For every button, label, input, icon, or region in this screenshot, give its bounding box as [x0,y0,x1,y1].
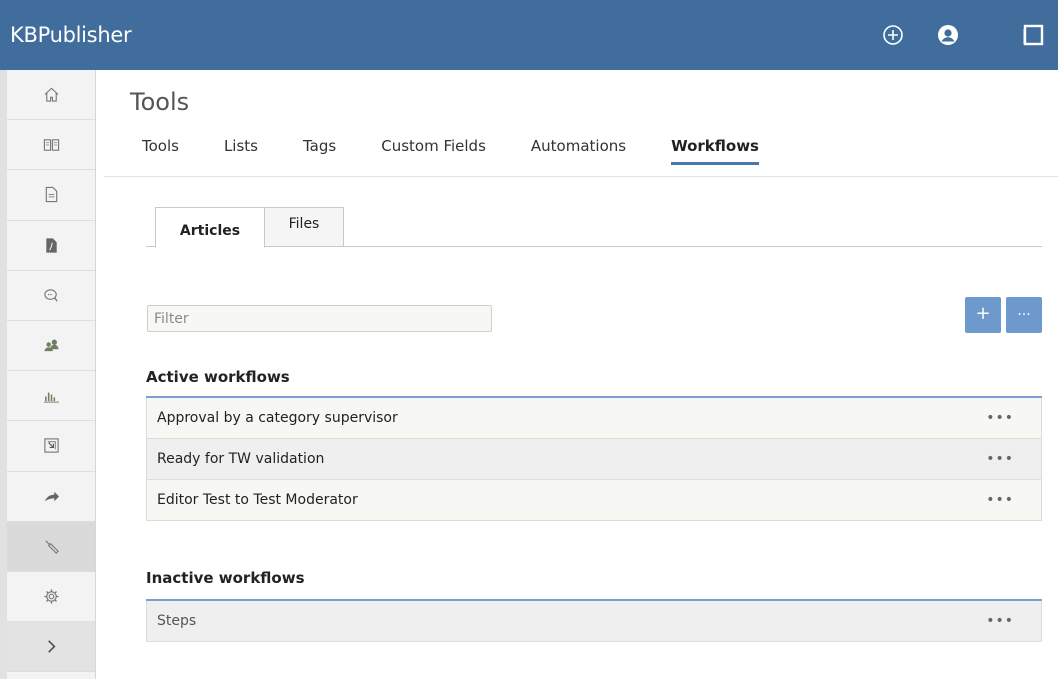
table-row[interactable]: Ready for TW validation ••• [146,439,1042,480]
document-icon [43,186,60,203]
filter-input[interactable] [147,305,492,332]
sidebar-item-import[interactable] [7,421,95,472]
inactive-workflows-table: Steps ••• [146,599,1042,642]
row-menu-button[interactable]: ••• [986,410,1014,426]
top-tab-nav: Tools Lists Tags Custom Fields Automatio… [142,137,804,165]
sidebar-item-users[interactable] [7,321,95,372]
tab-custom-fields[interactable]: Custom Fields [381,137,486,165]
tab-tools[interactable]: Tools [142,137,179,165]
page-title: Tools [130,88,190,116]
sidebar-item-articles[interactable] [7,120,95,171]
sidebar-item-tools[interactable] [7,521,95,572]
table-row[interactable]: Editor Test to Test Moderator ••• [146,480,1042,521]
gear-icon [43,588,60,605]
wrench-icon [43,538,60,555]
import-icon [43,437,60,454]
active-workflows-heading: Active workflows [146,368,290,386]
subtab-articles[interactable]: Articles [155,207,265,248]
book-icon [43,136,60,153]
tab-automations[interactable]: Automations [531,137,626,165]
tab-lists[interactable]: Lists [224,137,258,165]
sidebar-item-reports[interactable] [7,371,95,422]
add-workflow-button[interactable]: + [965,297,1001,333]
divider [104,176,1058,177]
pdf-file-icon [43,237,60,254]
user-account-icon[interactable] [937,24,959,46]
main-content: Tools Tools Lists Tags Custom Fields Aut… [96,70,1058,679]
window-icon[interactable] [1022,24,1044,46]
sub-tab-bar: Articles Files [146,207,1042,248]
table-row[interactable]: Steps ••• [146,601,1042,642]
top-header: KBPublisher [0,0,1058,70]
workflow-name: Steps [157,613,197,629]
subtab-files[interactable]: Files [264,207,344,247]
share-arrow-icon [43,488,60,505]
inactive-workflows-heading: Inactive workflows [146,569,305,587]
more-actions-button[interactable]: ... [1006,297,1042,333]
app-title[interactable]: KBPublisher [10,0,132,70]
users-icon [43,337,60,354]
tab-tags[interactable]: Tags [303,137,336,165]
app-window: KBPublisher Tools Tools Lists Tags Custo… [0,0,1058,679]
workflow-name: Editor Test to Test Moderator [157,492,358,508]
bar-chart-icon [43,387,60,404]
workflow-name: Ready for TW validation [157,451,325,467]
sidebar-expand[interactable] [7,622,95,673]
row-menu-button[interactable]: ••• [986,613,1014,629]
row-menu-button[interactable]: ••• [986,451,1014,467]
row-menu-button[interactable]: ••• [986,492,1014,508]
comments-icon [43,287,60,304]
tab-workflows[interactable]: Workflows [671,137,759,165]
workflow-name: Approval by a category supervisor [157,410,398,426]
add-circle-icon[interactable] [882,24,904,46]
sidebar-item-pdf[interactable] [7,221,95,271]
chevron-right-icon [43,638,60,655]
sidebar-item-settings[interactable] [7,572,95,623]
table-row[interactable]: Approval by a category supervisor ••• [146,398,1042,439]
sidebar-item-export[interactable] [7,472,95,522]
sidebar [0,70,96,679]
active-workflows-table: Approval by a category supervisor ••• Re… [146,396,1042,521]
sidebar-item-files[interactable] [7,170,95,221]
home-icon [43,86,60,103]
sidebar-item-home[interactable] [7,70,95,121]
sidebar-item-comments[interactable] [7,271,95,321]
